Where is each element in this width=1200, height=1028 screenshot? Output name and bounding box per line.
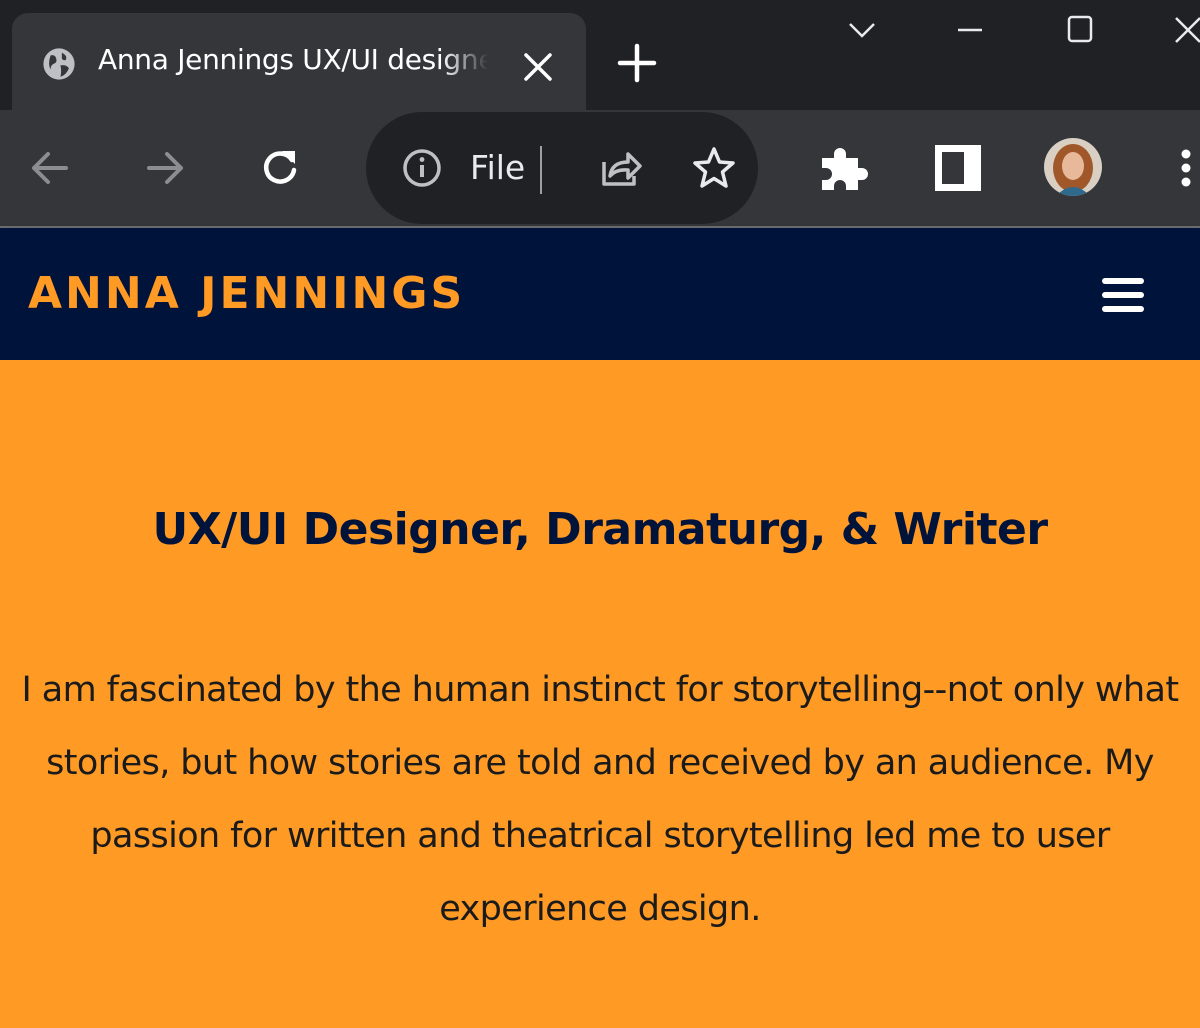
puzzle-icon[interactable] — [816, 140, 872, 196]
info-icon[interactable] — [394, 140, 450, 196]
reload-icon[interactable] — [252, 140, 308, 196]
chevron-down-icon[interactable] — [842, 10, 882, 50]
site-header: ANNA JENNINGS — [0, 228, 1200, 360]
minimize-icon[interactable] — [950, 10, 990, 50]
forward-arrow-icon[interactable] — [137, 140, 193, 196]
back-arrow-icon[interactable] — [22, 140, 78, 196]
browser-tab[interactable]: Anna Jennings UX/UI designer — [12, 13, 586, 110]
hero-title: UX/UI Designer, Dramaturg, & Writer — [152, 504, 1048, 555]
tab-close-icon[interactable] — [518, 47, 558, 87]
hero-intro: I am fascinated by the human instinct fo… — [21, 670, 1179, 929]
address-divider — [540, 146, 542, 194]
window-close-icon[interactable] — [1168, 10, 1200, 50]
maximize-icon[interactable] — [1060, 10, 1100, 50]
star-icon[interactable] — [686, 140, 742, 196]
address-bar[interactable]: File — [366, 112, 758, 224]
new-tab-button[interactable] — [612, 38, 662, 88]
hero-section: UX/UI Designer, Dramaturg, & Writer I am… — [0, 360, 1200, 1028]
profile-photo — [1044, 138, 1102, 196]
tab-title: Anna Jennings UX/UI designer — [98, 43, 488, 76]
address-scheme-label: File — [470, 148, 526, 187]
kebab-menu-icon[interactable] — [1168, 140, 1200, 196]
globe-icon — [43, 48, 75, 80]
hamburger-icon[interactable] — [1100, 274, 1148, 316]
avatar[interactable] — [1044, 138, 1102, 196]
site-logo[interactable]: ANNA JENNINGS — [28, 268, 465, 319]
side-panel-icon[interactable] — [930, 140, 986, 196]
share-icon[interactable] — [592, 140, 648, 196]
browser-title-bar: Anna Jennings UX/UI designer — [0, 0, 1200, 110]
browser-toolbar: File — [0, 110, 1200, 228]
